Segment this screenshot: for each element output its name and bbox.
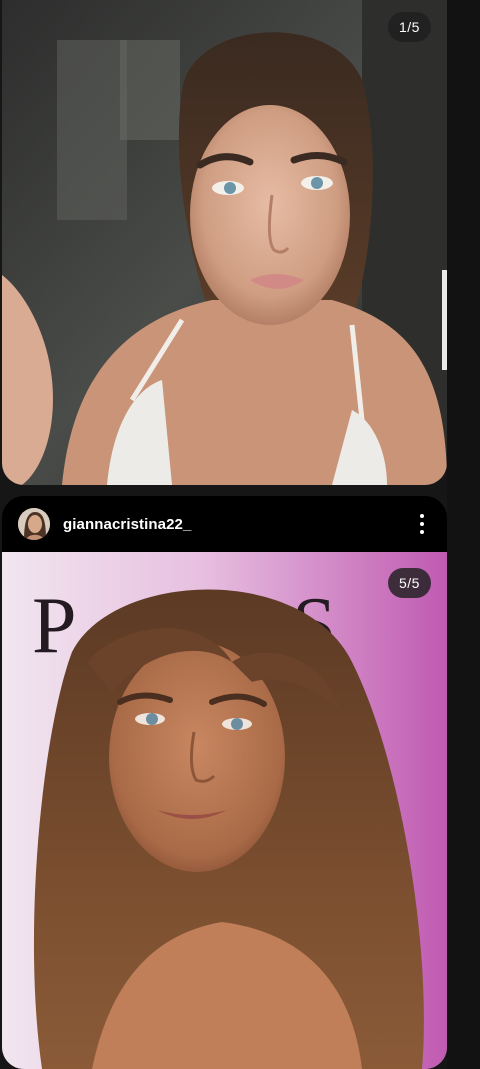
post-2-photo[interactable]: P S 5/5 [2,552,447,1069]
dot [420,522,424,526]
avatar-image [18,508,50,540]
selfie-photo-image [2,0,447,485]
post-1-photo[interactable]: 1/5 [2,0,447,485]
username[interactable]: giannacristina22_ [63,516,191,533]
post-header: giannacristina22_ [2,496,447,552]
backdrop-letter-p: P [32,582,77,670]
carousel-counter: 5/5 [388,568,431,598]
event-portrait-image: P S [2,552,447,1069]
dot [420,514,424,518]
right-rail [447,0,480,1069]
profile-avatar[interactable] [18,508,50,540]
feed: 1/5 giannacristina22_ P 5/5 [0,0,480,1069]
more-vertical-icon[interactable] [412,510,432,538]
carousel-counter: 1/5 [388,12,431,42]
dot [420,530,424,534]
